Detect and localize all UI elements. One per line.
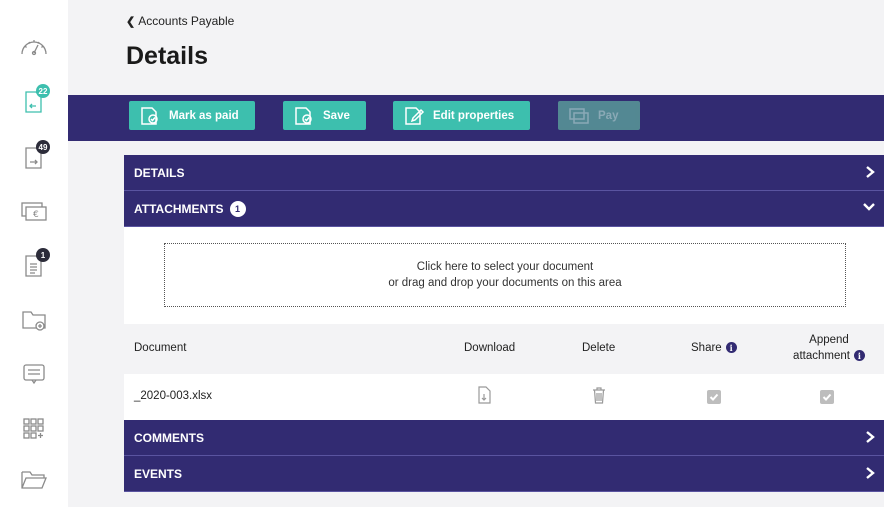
delete-icon[interactable] (592, 386, 606, 407)
document-check-icon (295, 106, 312, 125)
section-events-label: EVENTS (134, 466, 183, 481)
chevron-right-icon (864, 466, 876, 483)
chevron-left-icon: ❮ (126, 16, 136, 28)
save-label: Save (323, 109, 350, 122)
column-share: Share i (691, 342, 737, 354)
document-dropzone[interactable]: Click here to select your document or dr… (164, 243, 846, 307)
section-comments-label: COMMENTS (134, 430, 204, 445)
column-append-label-line2: attachment (793, 350, 850, 362)
euro-bills-icon (569, 107, 589, 124)
section-details[interactable]: DETAILS (124, 155, 884, 191)
sidebar-item-documents[interactable]: 1 (14, 248, 54, 284)
column-append-label-line1: Append (809, 334, 849, 346)
section-comments[interactable]: COMMENTS (124, 420, 884, 456)
mark-as-paid-label: Mark as paid (169, 109, 239, 122)
dropzone-line1: Click here to select your document (416, 261, 594, 273)
attachments-table-header: Document Download Delete Share i Append a… (124, 324, 884, 374)
message-icon (23, 364, 45, 385)
column-download: Download (464, 342, 516, 354)
chevron-right-icon (864, 165, 876, 182)
sidebar-item-folders[interactable] (14, 462, 54, 498)
edit-properties-button[interactable]: Edit properties (393, 101, 530, 130)
download-icon[interactable] (476, 386, 492, 407)
grid-add-icon (23, 418, 44, 439)
sidebar-item-apps[interactable] (14, 410, 54, 446)
euro-bills-icon: € (21, 202, 47, 221)
section-details-label: DETAILS (134, 165, 185, 180)
sidebar-item-new-folder[interactable] (14, 302, 54, 338)
documents-badge: 1 (36, 248, 50, 262)
document-check-icon (141, 106, 158, 125)
breadcrumb-label: Accounts Payable (138, 14, 235, 28)
details-panels: DETAILS ATTACHMENTS 1 Click here to sele… (124, 155, 884, 492)
sidebar-item-messages[interactable] (14, 356, 54, 392)
folder-add-icon (22, 311, 46, 331)
pay-button[interactable]: Pay (558, 101, 640, 130)
toolbar: Mark as paid Save Edit properties Pay (68, 95, 884, 141)
column-delete: Delete (582, 342, 616, 354)
breadcrumb[interactable]: ❮ Accounts Payable (126, 14, 234, 28)
sidebar: 22 49 € 1 (0, 0, 68, 507)
sidebar-item-dashboard[interactable] (14, 28, 54, 64)
section-events[interactable]: EVENTS (124, 456, 884, 492)
page-title: Details (126, 42, 208, 70)
section-attachments[interactable]: ATTACHMENTS 1 (124, 191, 884, 227)
document-name: _2020-003.xlsx (134, 390, 212, 402)
section-attachments-label: ATTACHMENTS (134, 201, 224, 216)
column-document: Document (134, 342, 187, 354)
dropzone-line2: or drag and drop your documents on this … (388, 277, 622, 289)
sidebar-item-outgoing-invoices[interactable]: 49 (14, 140, 54, 176)
share-checkbox[interactable] (707, 390, 721, 404)
mark-as-paid-button[interactable]: Mark as paid (129, 101, 255, 130)
column-share-label: Share (691, 342, 722, 354)
append-attachment-checkbox[interactable] (820, 390, 834, 404)
document-edit-icon (405, 106, 425, 125)
edit-properties-label: Edit properties (433, 109, 515, 122)
attachments-count-badge: 1 (229, 200, 246, 217)
save-button[interactable]: Save (283, 101, 366, 130)
sidebar-item-payments[interactable]: € (14, 194, 54, 230)
table-row: _2020-003.xlsx (124, 374, 884, 420)
append-info-icon[interactable]: i (853, 350, 865, 362)
pay-label: Pay (598, 109, 619, 122)
attachments-body: Click here to select your document or dr… (124, 227, 884, 324)
folder-open-icon (21, 471, 47, 489)
svg-text:€: € (33, 210, 39, 220)
incoming-invoices-badge: 22 (36, 84, 50, 98)
outgoing-invoices-badge: 49 (36, 140, 50, 154)
chevron-down-icon (862, 201, 876, 216)
chevron-right-icon (864, 430, 876, 447)
gauge-icon (21, 40, 47, 56)
column-append-attachment: Append attachment i (789, 332, 869, 364)
sidebar-item-incoming-invoices[interactable]: 22 (14, 84, 54, 120)
share-info-icon[interactable]: i (725, 342, 737, 354)
